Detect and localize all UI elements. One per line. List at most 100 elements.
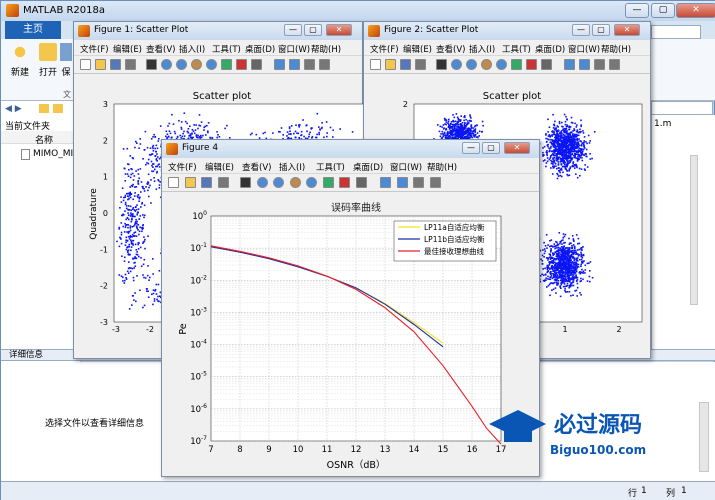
scatter-point — [126, 216, 129, 219]
brush-icon[interactable] — [526, 59, 537, 70]
save-icon[interactable] — [110, 59, 121, 70]
search-input[interactable] — [651, 25, 701, 39]
pointer-icon[interactable] — [436, 59, 447, 70]
zoom-out-icon[interactable] — [176, 59, 187, 70]
scatter-point — [143, 240, 146, 243]
scatter-point — [447, 120, 450, 123]
scatter-point — [129, 196, 132, 199]
back-arrow-icon[interactable]: ◀ ▶ — [5, 104, 22, 114]
scatter-point — [557, 139, 559, 141]
menu-item-6[interactable]: 窗口(W) — [278, 43, 310, 55]
scatter-point — [172, 123, 175, 125]
menu-item-3[interactable]: 插入(I) — [469, 43, 495, 55]
menu-item-4[interactable]: 工具(T) — [502, 43, 531, 55]
link-icon[interactable] — [541, 59, 552, 70]
menu-item-0[interactable]: 文件(F) — [80, 43, 109, 55]
new-figure-icon[interactable] — [370, 59, 381, 70]
scatter-point — [580, 119, 582, 122]
open-file-icon[interactable] — [385, 59, 396, 70]
menu-item-2[interactable]: 查看(V) — [436, 43, 465, 55]
scatter-point — [549, 147, 552, 149]
new-figure-icon[interactable] — [80, 59, 91, 70]
figure1-minimize-button[interactable]: — — [284, 24, 302, 36]
show-tools-icon[interactable] — [609, 59, 620, 70]
scatter-point — [544, 267, 546, 270]
save-icon[interactable] — [400, 59, 411, 70]
details-scrollbar[interactable] — [699, 402, 709, 472]
scatter-point — [179, 134, 181, 137]
brush-icon[interactable] — [236, 59, 247, 70]
scatter-point — [554, 120, 556, 123]
scatter-point — [567, 255, 570, 257]
zoom-in-icon[interactable] — [451, 59, 462, 70]
menu-item-2[interactable]: 查看(V) — [146, 43, 175, 55]
rotate-icon[interactable] — [496, 59, 507, 70]
zoom-in-icon[interactable] — [161, 59, 172, 70]
menu-item-6[interactable]: 窗口(W) — [568, 43, 600, 55]
menu-item-7[interactable]: 帮助(H) — [601, 43, 631, 55]
figure1-close-button[interactable]: ✕ — [326, 24, 352, 36]
legend-icon[interactable] — [579, 59, 590, 70]
scatter-point — [118, 245, 121, 248]
menu-item-3[interactable]: 插入(I) — [179, 43, 205, 55]
colorbar-icon[interactable] — [564, 59, 575, 70]
scatter-point — [574, 141, 576, 143]
minimize-button[interactable]: — — [625, 3, 649, 18]
file-list-item[interactable]: MIMO_MI — [33, 149, 73, 159]
hide-tools-icon[interactable] — [594, 59, 605, 70]
scatter-point — [576, 130, 579, 133]
menu-item-4[interactable]: 工具(T) — [212, 43, 241, 55]
scatter-point — [556, 148, 558, 151]
address-bar[interactable] — [651, 101, 713, 115]
new-button[interactable]: 新建 — [5, 41, 35, 78]
pan-icon[interactable] — [481, 59, 492, 70]
folder-up-icon[interactable] — [39, 104, 49, 113]
browse-folder-icon[interactable] — [53, 104, 63, 113]
menu-item-0[interactable]: 文件(F) — [370, 43, 399, 55]
scatter-point — [571, 257, 574, 259]
scatter-point — [580, 168, 583, 170]
pointer-icon[interactable] — [146, 59, 157, 70]
hide-tools-icon[interactable] — [304, 59, 315, 70]
open-file-icon[interactable] — [95, 59, 106, 70]
right-file-item[interactable]: 1.m — [654, 119, 671, 129]
scatter-point — [136, 204, 138, 206]
menu-item-5[interactable]: 桌面(D) — [535, 43, 565, 55]
scrollbar[interactable] — [690, 155, 698, 305]
scatter-point — [575, 143, 577, 145]
rotate-icon[interactable] — [206, 59, 217, 70]
save-button[interactable]: 保 — [59, 41, 73, 78]
pan-icon[interactable] — [191, 59, 202, 70]
scatter-point — [574, 145, 577, 148]
figure2-minimize-button[interactable]: — — [572, 24, 590, 36]
scatter-point — [563, 113, 566, 116]
scatter-point — [544, 250, 546, 252]
show-tools-icon[interactable] — [319, 59, 330, 70]
maximize-button[interactable]: ▢ — [651, 3, 675, 18]
scatter-point — [552, 282, 554, 285]
menu-item-5[interactable]: 桌面(D) — [245, 43, 275, 55]
menu-item-7[interactable]: 帮助(H) — [311, 43, 341, 55]
print-icon[interactable] — [125, 59, 136, 70]
tab-home[interactable]: 主页 — [5, 21, 61, 39]
figure1-maximize-button[interactable]: ▢ — [304, 24, 322, 36]
scatter-point — [546, 266, 548, 268]
colorbar-icon[interactable] — [274, 59, 285, 70]
scatter-point — [553, 264, 556, 266]
data-cursor-icon[interactable] — [511, 59, 522, 70]
zoom-out-icon[interactable] — [466, 59, 477, 70]
scatter-point — [467, 134, 470, 136]
legend-icon[interactable] — [289, 59, 300, 70]
menu-item-1[interactable]: 编辑(E) — [403, 43, 432, 55]
close-button[interactable]: ✕ — [676, 3, 715, 18]
figure2-close-button[interactable]: ✕ — [614, 24, 640, 36]
data-cursor-icon[interactable] — [221, 59, 232, 70]
figure2-maximize-button[interactable]: ▢ — [592, 24, 610, 36]
scatter-point — [151, 170, 153, 173]
menu-item-1[interactable]: 编辑(E) — [113, 43, 142, 55]
print-icon[interactable] — [415, 59, 426, 70]
name-column-header[interactable]: 名称 — [35, 133, 53, 146]
scatter-point — [552, 270, 555, 272]
scatter-point — [547, 118, 549, 121]
link-icon[interactable] — [251, 59, 262, 70]
